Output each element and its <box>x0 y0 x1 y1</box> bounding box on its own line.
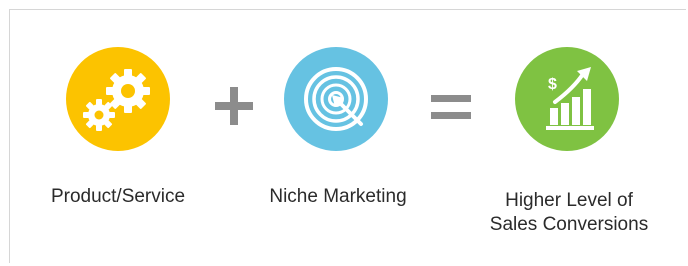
sales-conversions-label: Higher Level of Sales Conversions <box>471 189 667 237</box>
sales-conversions-label-line2: Sales Conversions <box>489 214 649 235</box>
dollar-symbol: $ <box>548 76 557 93</box>
equals-icon <box>431 95 471 119</box>
plus-icon <box>215 87 253 125</box>
product-service-label: Product/Service <box>50 186 186 207</box>
niche-marketing-circle <box>284 47 388 151</box>
gears-icon <box>66 47 170 151</box>
sales-conversions-label-line1: Higher Level of <box>505 190 633 211</box>
growth-chart-icon: $ <box>515 47 619 151</box>
niche-marketing-label: Niche Marketing <box>269 186 407 207</box>
target-icon <box>284 47 388 151</box>
sales-conversions-circle: $ <box>515 47 619 151</box>
product-service-circle <box>66 47 170 151</box>
equation-diagram: $ Product/Service Niche Marketing Higher… <box>0 0 688 266</box>
